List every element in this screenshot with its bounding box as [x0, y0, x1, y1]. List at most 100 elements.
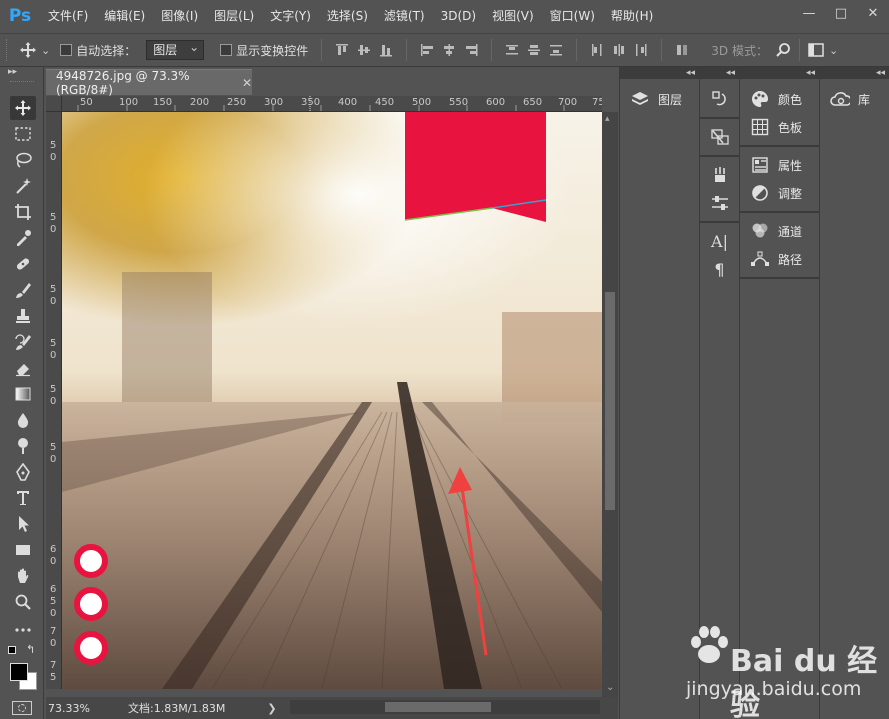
ruler-v-tick: 5: [50, 338, 57, 349]
crop-tool-icon[interactable]: [10, 200, 36, 224]
history-panel-icon[interactable]: [700, 85, 739, 113]
align-right-icon[interactable]: [460, 39, 482, 61]
distribute-bottom-icon[interactable]: [545, 39, 567, 61]
zoom-tool-icon[interactable]: [10, 590, 36, 614]
document-canvas[interactable]: [62, 112, 602, 689]
panel-collapse-icon[interactable]: ◂◂: [620, 67, 699, 79]
panel-collapse-icon[interactable]: ◂◂: [820, 67, 889, 79]
auto-align-icon[interactable]: [671, 39, 693, 61]
panel-adjustments[interactable]: 调整: [740, 179, 819, 207]
menu-image[interactable]: 图像(I): [153, 0, 206, 32]
eraser-tool-icon[interactable]: [10, 356, 36, 380]
minimize-button[interactable]: —: [793, 0, 825, 26]
vertical-scroll-thumb[interactable]: [605, 292, 615, 510]
distribute-vcenter-icon[interactable]: [523, 39, 545, 61]
menu-view[interactable]: 视图(V): [484, 0, 542, 32]
type-tool-icon[interactable]: [10, 486, 36, 510]
quick-mask-icon[interactable]: [12, 701, 32, 715]
options-grip[interactable]: [6, 39, 9, 61]
auto-select-checkbox[interactable]: [60, 44, 73, 56]
magic-wand-tool-icon[interactable]: [10, 174, 36, 198]
tab-close-icon[interactable]: ✕: [242, 76, 252, 90]
more-tools-icon[interactable]: [10, 618, 36, 642]
align-top-icon[interactable]: [331, 39, 353, 61]
path-selection-tool-icon[interactable]: [10, 512, 36, 536]
rectangle-tool-icon[interactable]: [10, 538, 36, 562]
character-panel-icon[interactable]: A|: [700, 227, 739, 255]
ruler-v-tick: 6: [50, 544, 57, 555]
menu-3d[interactable]: 3D(D): [433, 0, 484, 32]
hand-tool-icon[interactable]: [10, 564, 36, 588]
move-tool-icon[interactable]: [17, 39, 39, 61]
menu-help[interactable]: 帮助(H): [603, 0, 661, 32]
menu-filter[interactable]: 滤镜(T): [376, 0, 433, 32]
menu-window[interactable]: 窗口(W): [542, 0, 603, 32]
document-tab[interactable]: 4948726.jpg @ 73.3%(RGB/8#) ✕: [46, 69, 252, 97]
distribute-hcenter-icon[interactable]: [608, 39, 630, 61]
stamp-tool-icon[interactable]: [10, 304, 36, 328]
panel-channels[interactable]: 通道: [740, 217, 819, 245]
dodge-tool-icon[interactable]: [10, 434, 36, 458]
show-transform-checkbox[interactable]: [220, 44, 233, 56]
ruler-origin[interactable]: [46, 96, 62, 112]
maximize-button[interactable]: □: [825, 0, 857, 26]
paragraph-panel-icon[interactable]: ¶: [700, 255, 739, 283]
horizontal-scroll-thumb[interactable]: [385, 702, 491, 712]
foreground-color-swatch[interactable]: [10, 663, 28, 681]
scroll-down-icon[interactable]: ⌄: [606, 682, 614, 693]
panel-properties[interactable]: 属性: [740, 151, 819, 179]
lasso-tool-icon[interactable]: [10, 148, 36, 172]
blur-tool-icon[interactable]: [10, 408, 36, 432]
align-vcenter-icon[interactable]: [353, 39, 375, 61]
horizontal-ruler[interactable]: 50 100 150 200 250 300 350 400 450 500 5…: [62, 96, 602, 112]
tool-preset-chevron-icon[interactable]: ⌄: [41, 44, 50, 57]
document-info[interactable]: 文档:1.83M/1.83M: [128, 700, 225, 716]
menu-layer[interactable]: 图层(L): [206, 0, 262, 32]
history-brush-tool-icon[interactable]: [10, 330, 36, 354]
gradient-tool-icon[interactable]: [10, 382, 36, 406]
zoom-level[interactable]: 73.33%: [46, 702, 96, 715]
menu-type[interactable]: 文字(Y): [262, 0, 319, 32]
pen-tool-icon[interactable]: [10, 460, 36, 484]
distribute-top-icon[interactable]: [501, 39, 523, 61]
swap-colors-icon[interactable]: ↰: [26, 643, 35, 656]
align-bottom-icon[interactable]: [375, 39, 397, 61]
panel-divider: [740, 211, 819, 213]
workspace-icon[interactable]: [805, 39, 827, 61]
auto-select-target-select[interactable]: 图层: [146, 38, 205, 60]
ruler-h-tick: 250: [227, 97, 247, 108]
move-tool-icon[interactable]: [10, 96, 36, 120]
panel-collapse-icon[interactable]: ◂◂: [740, 67, 819, 79]
panel-collapse-icon[interactable]: ◂◂: [700, 67, 739, 79]
panel-swatches[interactable]: 色板: [740, 113, 819, 141]
scroll-up-icon[interactable]: ▴: [605, 114, 610, 124]
menu-file[interactable]: 文件(F): [40, 0, 96, 32]
workspace-chevron-icon[interactable]: ⌄: [829, 44, 838, 57]
panel-libraries[interactable]: 库: [820, 85, 889, 113]
menu-select[interactable]: 选择(S): [319, 0, 376, 32]
panel-color[interactable]: 颜色: [740, 85, 819, 113]
marquee-tool-icon[interactable]: [10, 122, 36, 146]
vertical-scrollbar[interactable]: ▴ ⌄: [602, 112, 618, 697]
panel-paths[interactable]: 路径: [740, 245, 819, 273]
horizontal-scrollbar[interactable]: [290, 700, 600, 714]
align-left-icon[interactable]: [416, 39, 438, 61]
default-colors-icon[interactable]: [8, 646, 16, 654]
distribute-left-icon[interactable]: [586, 39, 608, 61]
panel-layers[interactable]: 图层: [620, 85, 699, 113]
actions-panel-icon[interactable]: [700, 123, 739, 151]
healing-brush-tool-icon[interactable]: [10, 252, 36, 276]
ruler-h-tick: 50: [80, 97, 93, 108]
brush-panel-icon[interactable]: [700, 161, 739, 189]
align-hcenter-icon[interactable]: [438, 39, 460, 61]
brush-tool-icon[interactable]: [10, 278, 36, 302]
search-icon[interactable]: [772, 39, 794, 61]
distribute-right-icon[interactable]: [630, 39, 652, 61]
menu-edit[interactable]: 编辑(E): [96, 0, 153, 32]
close-button[interactable]: ✕: [857, 0, 889, 26]
status-menu-icon[interactable]: ❯: [267, 702, 276, 715]
toolbar-collapse-icon[interactable]: ▸▸: [8, 67, 17, 77]
vertical-ruler[interactable]: 5 0 5 0 5 0 5 0 5 0 5 0 6 0 6 5 0 7 0 7 …: [46, 112, 62, 689]
eyedropper-tool-icon[interactable]: [10, 226, 36, 250]
tool-presets-panel-icon[interactable]: [700, 189, 739, 217]
